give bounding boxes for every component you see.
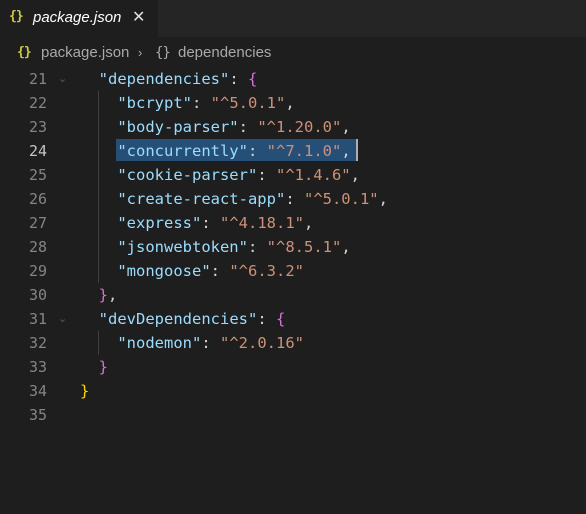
json-key: "jsonwebtoken" bbox=[117, 238, 248, 256]
code-line: 30 }, bbox=[0, 283, 586, 307]
json-value: "^1.4.6" bbox=[275, 166, 351, 184]
code-line-active: 24 "concurrently": "^7.1.0", bbox=[0, 139, 586, 163]
fold-chevron-icon[interactable]: ⌄ bbox=[58, 307, 67, 331]
line-number: 28 bbox=[28, 238, 47, 256]
line-number: 26 bbox=[28, 190, 47, 208]
json-value: "^5.0.1" bbox=[303, 190, 379, 208]
code-line: 31 ⌄ "devDependencies": { bbox=[0, 307, 586, 331]
json-key: "nodemon" bbox=[117, 334, 202, 352]
code-line: 21 ⌄ "dependencies": { bbox=[0, 67, 586, 91]
tab-title: package.json bbox=[33, 9, 122, 26]
code-line: 35 bbox=[0, 403, 586, 427]
line-number: 34 bbox=[28, 382, 47, 400]
json-key: "concurrently" bbox=[117, 142, 248, 160]
line-number: 31 bbox=[28, 310, 47, 328]
code-line: 29 "mongoose": "^6.3.2" bbox=[0, 259, 586, 283]
code-line: 25 "cookie-parser": "^1.4.6", bbox=[0, 163, 586, 187]
json-key: "mongoose" bbox=[117, 262, 211, 280]
line-number: 33 bbox=[28, 358, 47, 376]
tab-bar: {} package.json ✕ bbox=[0, 0, 586, 37]
chevron-right-icon: › bbox=[138, 45, 143, 60]
line-number: 21 bbox=[28, 70, 47, 88]
tab-package-json[interactable]: {} package.json ✕ bbox=[0, 0, 158, 37]
code-line: 34 } bbox=[0, 379, 586, 403]
line-number: 23 bbox=[28, 118, 47, 136]
json-file-icon: {} bbox=[9, 9, 24, 24]
code-editor[interactable]: 21 ⌄ "dependencies": { 22 "bcrypt": "^5.… bbox=[0, 67, 586, 514]
code-line: 22 "bcrypt": "^5.0.1", bbox=[0, 91, 586, 115]
line-number: 24 bbox=[28, 142, 47, 160]
breadcrumb: {} package.json › {} dependencies bbox=[0, 37, 586, 67]
json-key: "express" bbox=[117, 214, 202, 232]
json-value: "^4.18.1" bbox=[220, 214, 304, 232]
breadcrumb-file[interactable]: package.json bbox=[41, 44, 129, 61]
code-line: 32 "nodemon": "^2.0.16" bbox=[0, 331, 586, 355]
close-bracket: } bbox=[98, 286, 109, 304]
breadcrumb-symbol[interactable]: dependencies bbox=[178, 44, 271, 61]
line-number: 32 bbox=[28, 334, 47, 352]
close-bracket: } bbox=[98, 358, 109, 376]
code-line: 26 "create-react-app": "^5.0.1", bbox=[0, 187, 586, 211]
line-number: 27 bbox=[28, 214, 47, 232]
fold-chevron-icon[interactable]: ⌄ bbox=[58, 67, 67, 91]
line-number: 29 bbox=[28, 262, 47, 280]
open-bracket: { bbox=[248, 70, 258, 88]
close-icon[interactable]: ✕ bbox=[132, 7, 145, 27]
json-value: "^5.0.1" bbox=[210, 94, 286, 112]
json-file-icon: {} bbox=[17, 45, 32, 60]
json-key: "dependencies" bbox=[98, 70, 230, 88]
code-line: 28 "jsonwebtoken": "^8.5.1", bbox=[0, 235, 586, 259]
code-line: 33 } bbox=[0, 355, 586, 379]
line-number: 30 bbox=[28, 286, 47, 304]
code-line: 27 "express": "^4.18.1", bbox=[0, 211, 586, 235]
line-number: 25 bbox=[28, 166, 47, 184]
code-line: 23 "body-parser": "^1.20.0", bbox=[0, 115, 586, 139]
json-value: "^1.20.0" bbox=[257, 118, 342, 136]
line-number: 35 bbox=[28, 406, 47, 424]
json-value: "^2.0.16" bbox=[220, 334, 304, 352]
json-value: "^8.5.1" bbox=[266, 238, 342, 256]
json-value: "^7.1.0" bbox=[266, 142, 342, 160]
object-icon: {} bbox=[155, 45, 171, 61]
open-bracket: { bbox=[275, 310, 286, 328]
json-key: "body-parser" bbox=[117, 118, 239, 136]
json-key: "devDependencies" bbox=[98, 310, 258, 328]
json-key: "create-react-app" bbox=[117, 190, 286, 208]
close-bracket: } bbox=[80, 382, 90, 400]
json-key: "cookie-parser" bbox=[117, 166, 258, 184]
line-number: 22 bbox=[28, 94, 47, 112]
json-key: "bcrypt" bbox=[117, 94, 192, 112]
json-value: "^6.3.2" bbox=[229, 262, 304, 280]
